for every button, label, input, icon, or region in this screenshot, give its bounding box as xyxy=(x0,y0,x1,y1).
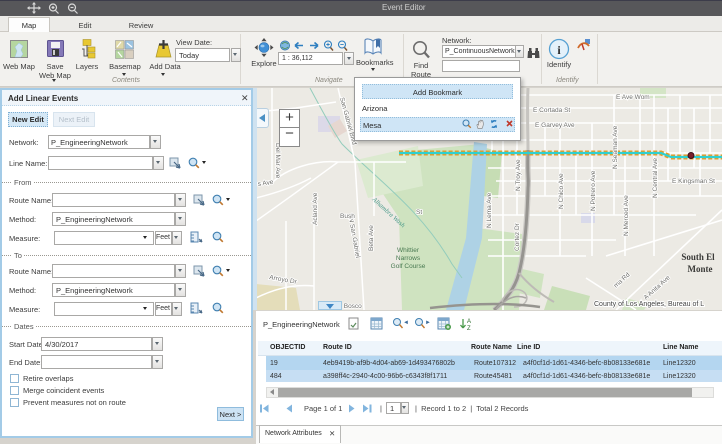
svg-text:N Seaman Ave: N Seaman Ave xyxy=(612,125,619,169)
svg-text:Bush: Bush xyxy=(340,213,355,220)
svg-text:N Chico Ave: N Chico Ave xyxy=(558,173,565,209)
svg-text:E Cortada St: E Cortada St xyxy=(533,107,570,114)
svg-text:►: ► xyxy=(425,320,431,326)
svg-text:N Merced Ave: N Merced Ave xyxy=(623,195,630,236)
svg-text:A: A xyxy=(467,319,471,325)
svg-text:E Kingsman St: E Kingsman St xyxy=(672,178,715,185)
svg-text:E Garvey Ave: E Garvey Ave xyxy=(535,122,575,129)
svg-text:Narrows: Narrows xyxy=(396,255,421,262)
svg-text:Beta Ave: Beta Ave xyxy=(368,225,375,251)
svg-text:N Troy Ave: N Troy Ave xyxy=(515,159,522,191)
svg-text:Cortez Dr: Cortez Dr xyxy=(514,222,521,251)
svg-text:St: St xyxy=(416,209,422,216)
svg-text:Del Mar Ave: Del Mar Ave xyxy=(274,143,281,179)
svg-text:Whittier: Whittier xyxy=(397,247,420,254)
svg-text:County of Los Angeles, Bureau: County of Los Angeles, Bureau of L xyxy=(594,301,704,308)
svg-text:N Central Ave: N Central Ave xyxy=(652,158,659,198)
svg-text:E Ave Wom: E Ave Wom xyxy=(616,94,650,101)
svg-text:Z: Z xyxy=(467,326,471,331)
svg-text:N Lema Ave: N Lema Ave xyxy=(486,192,493,228)
svg-text:◄: ◄ xyxy=(403,320,409,326)
svg-text:Acland Ave: Acland Ave xyxy=(312,192,319,225)
svg-text:Golf Course: Golf Course xyxy=(391,263,426,270)
svg-text:South El: South El xyxy=(681,252,715,262)
svg-text:N Potrero Ave: N Potrero Ave xyxy=(590,170,597,211)
svg-text:Monte: Monte xyxy=(688,264,713,274)
